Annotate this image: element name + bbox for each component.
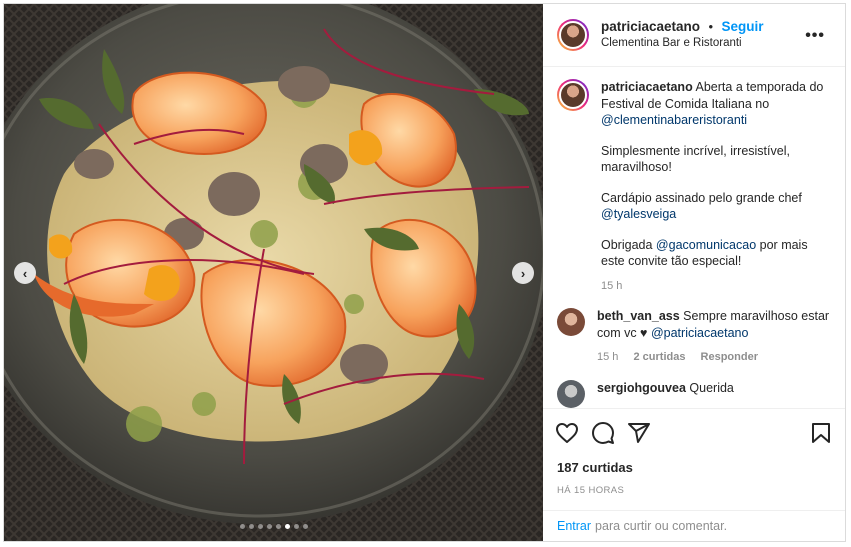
comment-bubble-icon[interactable] — [591, 421, 615, 445]
author-username[interactable]: patriciacaetano — [601, 19, 700, 34]
post-sidebar: patriciacaetano • Seguir Clementina Bar … — [543, 4, 845, 541]
carousel-dot — [248, 524, 254, 529]
caption-time[interactable]: 15 h — [601, 280, 622, 292]
caption-paragraph-2: Simplesmente incrível, irresistível, mar… — [601, 143, 790, 175]
post-photo[interactable]: ‹ › — [4, 4, 543, 541]
caption-mention-clementina[interactable]: @clementinabareristoranti — [601, 113, 747, 127]
caption-paragraph-3: Cardápio assinado pelo grande chef @tyal… — [601, 190, 831, 223]
follow-button[interactable]: Seguir — [722, 19, 764, 34]
food-photo-illustration — [4, 4, 543, 541]
instagram-post: ‹ › patriciacaetano • Seguir Clementina … — [3, 3, 846, 542]
commenter-avatar[interactable] — [557, 379, 585, 408]
post-timestamp[interactable]: HÁ 15 HORAS — [543, 475, 845, 510]
bookmark-icon[interactable] — [809, 421, 833, 445]
post-header: patriciacaetano • Seguir Clementina Bar … — [543, 4, 845, 67]
carousel-dot — [293, 524, 299, 529]
carousel-dot — [266, 524, 272, 529]
separator-bullet: • — [708, 19, 714, 34]
login-prompt-text: para curtir ou comentar. — [595, 519, 728, 533]
login-link[interactable]: Entrar — [557, 519, 591, 533]
comment-item: beth_van_ass Sempre maravilhoso estar co… — [557, 308, 831, 366]
carousel-prev-button[interactable]: ‹ — [14, 262, 36, 284]
paper-plane-icon[interactable] — [627, 421, 651, 445]
add-comment-bar: Entrar para curtir ou comentar. — [543, 510, 845, 541]
carousel-dot — [257, 524, 263, 529]
carousel-dot — [275, 524, 281, 529]
caption-mention-chef[interactable]: @tyalesveiga — [601, 207, 676, 221]
carousel-next-button[interactable]: › — [512, 262, 534, 284]
carousel-dot — [239, 524, 245, 529]
likes-count[interactable]: 187 curtidas — [543, 456, 845, 475]
comment-mention[interactable]: @patriciacaetano — [651, 326, 748, 340]
action-bar — [543, 408, 845, 456]
carousel-indicator — [4, 524, 543, 529]
commenter-avatar[interactable] — [557, 308, 585, 366]
comments-list[interactable]: patriciacaetano Aberta a temporada do Fe… — [543, 67, 845, 408]
commenter-username[interactable]: beth_van_ass — [597, 309, 680, 323]
comment-time[interactable]: 15 h — [597, 351, 618, 363]
caption-avatar[interactable] — [557, 79, 589, 111]
carousel-dot — [284, 524, 290, 529]
location-link[interactable]: Clementina Bar e Ristoranti — [601, 35, 764, 51]
comment-item: sergiohgouvea Querida — [557, 379, 831, 408]
heart-icon[interactable] — [555, 421, 579, 445]
comment-text: Querida — [689, 380, 734, 395]
caption-mention-gacomunicacao[interactable]: @gacomunicacao — [656, 238, 756, 252]
caption-thanks-text: Obrigada — [601, 237, 653, 252]
caption-paragraph-4: Obrigada @gacomunicacao por mais este co… — [601, 237, 831, 270]
comment-likes[interactable]: 2 curtidas — [633, 351, 685, 363]
caption-chef-text: Cardápio assinado pelo grande chef — [601, 190, 802, 205]
more-options-icon[interactable]: ••• — [805, 27, 825, 45]
caption: patriciacaetano Aberta a temporada do Fe… — [557, 79, 831, 294]
caption-username[interactable]: patriciacaetano — [601, 80, 693, 94]
author-avatar[interactable] — [557, 19, 589, 51]
carousel-dot — [302, 524, 308, 529]
commenter-username[interactable]: sergiohgouvea — [597, 381, 686, 395]
reply-button[interactable]: Responder — [701, 351, 758, 363]
